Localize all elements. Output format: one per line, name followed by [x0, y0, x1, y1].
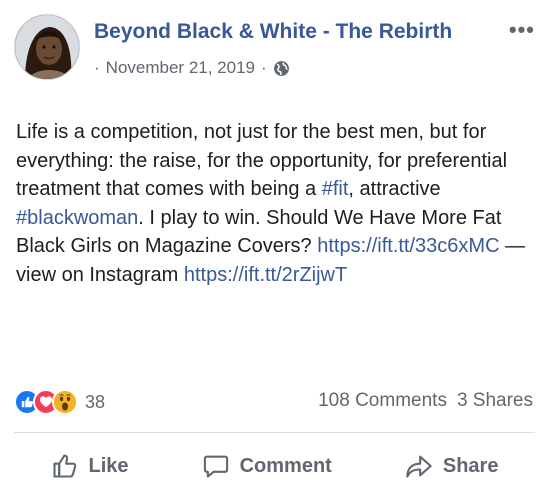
comment-bubble-icon [203, 455, 228, 478]
url-link[interactable]: https://ift.tt/33c6xMC [317, 235, 499, 257]
share-button[interactable]: Share [405, 452, 499, 480]
thumbs-up-icon [52, 454, 76, 478]
action-bar: Like Comment Share [14, 443, 535, 489]
reaction-summary[interactable]: 38 [14, 387, 105, 417]
reaction-count: 38 [85, 391, 106, 412]
post-date-link[interactable]: November 21, 2019 [106, 58, 255, 78]
post-text: Life is a competition, not just for the … [16, 118, 536, 290]
globe-icon[interactable] [273, 60, 290, 77]
hashtag-link[interactable]: #blackwoman [16, 207, 138, 229]
comments-count-link[interactable]: 108 Comments [318, 390, 447, 412]
meta-separator: · [261, 58, 267, 77]
comment-label: Comment [239, 454, 332, 477]
divider [14, 432, 535, 433]
comment-button[interactable]: Comment [202, 452, 332, 480]
page-avatar[interactable] [14, 14, 80, 80]
meta-separator: · [94, 58, 100, 77]
shares-count-link[interactable]: 3 Shares [457, 390, 533, 412]
share-label: Share [442, 454, 499, 477]
page-name-link[interactable]: Beyond Black & White - The Rebirth [94, 20, 452, 44]
like-label: Like [88, 454, 129, 477]
hashtag-link[interactable]: #fit [322, 178, 349, 200]
post-meta: · November 21, 2019 · [94, 58, 290, 78]
url-link[interactable]: https://ift.tt/2rZijwT [184, 264, 347, 286]
wow-reaction-icon [52, 389, 78, 415]
avatar-photo [15, 15, 79, 79]
post-text-segment: , attractive [348, 178, 441, 201]
more-options-button[interactable]: ••• [509, 19, 535, 41]
share-arrow-icon [406, 455, 432, 478]
facebook-post: Beyond Black & White - The Rebirth · Nov… [0, 0, 549, 500]
like-button[interactable]: Like [51, 452, 129, 480]
engagement-counts: 108 Comments 3 Shares [318, 390, 533, 412]
